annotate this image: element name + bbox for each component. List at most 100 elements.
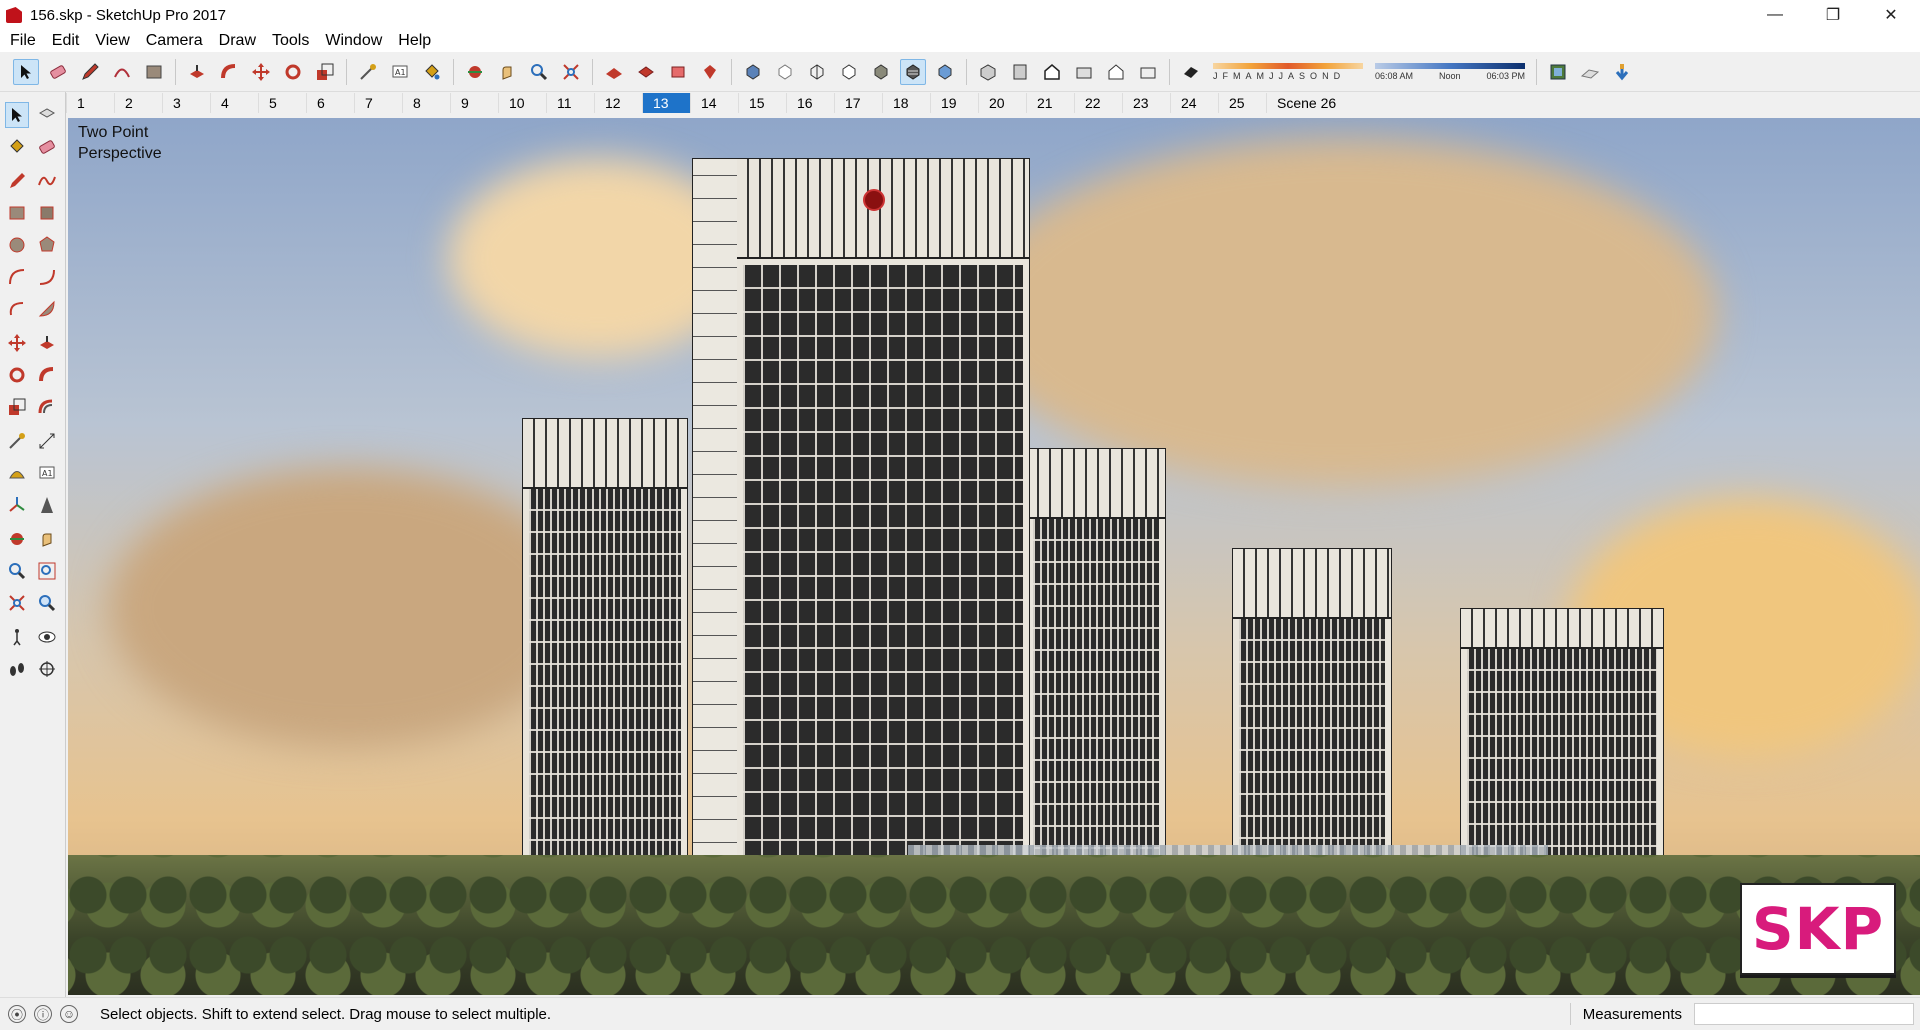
rotated-rectangle-icon[interactable] [35,200,59,226]
walk-icon[interactable] [5,656,29,682]
select-tool-icon[interactable] [5,102,30,128]
iso-view-icon[interactable] [975,59,1001,85]
scale-icon[interactable] [5,394,29,420]
move-icon[interactable] [5,330,29,356]
xray-icon[interactable] [740,59,766,85]
rectangle-icon[interactable] [5,200,29,226]
scene-tab-active[interactable]: 13 [642,93,690,113]
axes-icon[interactable] [5,492,29,518]
tape-measure-icon[interactable] [5,428,29,454]
protractor-icon[interactable] [5,460,29,486]
monochrome-icon[interactable] [932,59,958,85]
wireframe-icon[interactable] [804,59,830,85]
photo-textures-icon[interactable] [1609,59,1635,85]
front-view-icon[interactable] [1039,59,1065,85]
scene-tab[interactable]: Scene 26 [1266,93,1346,113]
shadow-date-slider[interactable]: J F M A M J J A S O N D [1213,62,1363,81]
back-view-icon[interactable] [1103,59,1129,85]
pan-icon[interactable] [494,59,520,85]
scene-tab[interactable]: 4 [210,93,258,113]
orbit-icon[interactable] [5,526,29,552]
shaded-icon[interactable] [868,59,894,85]
sketchup-app-icon[interactable] [6,7,22,23]
menu-edit[interactable]: Edit [44,32,88,50]
circle-icon[interactable] [5,232,29,258]
select-tool-icon[interactable] [13,58,39,85]
close-button[interactable]: ✕ [1862,0,1920,30]
pan-icon[interactable] [35,526,59,552]
look-around-icon[interactable] [35,624,59,650]
text-icon[interactable]: A1 [387,59,413,85]
hidden-line-icon[interactable] [836,59,862,85]
menu-window[interactable]: Window [317,32,390,50]
tape-measure-icon[interactable] [355,59,381,85]
scene-tab[interactable]: 7 [354,93,402,113]
minimize-button[interactable]: — [1746,0,1804,30]
section-plane-icon[interactable] [35,656,59,682]
user-account-icon[interactable]: ☺ [60,1005,78,1023]
shadow-time-slider[interactable]: 06:08 AM Noon 06:03 PM [1375,62,1525,81]
scene-tab[interactable]: 17 [834,93,882,113]
pie-icon[interactable] [35,296,59,322]
zoom-extents-icon[interactable] [5,590,29,616]
add-location-icon[interactable] [1545,59,1571,85]
model-viewport[interactable]: Two Point Perspective SKP [68,118,1920,995]
scene-tab[interactable]: 14 [690,93,738,113]
zoom-window-icon[interactable] [35,558,59,584]
share-model-icon[interactable] [633,59,659,85]
position-camera-icon[interactable] [5,624,29,650]
eraser-icon[interactable] [45,59,71,85]
follow-me-icon[interactable] [35,362,59,388]
dimension-icon[interactable] [35,428,59,454]
line-tool-icon[interactable] [5,168,29,194]
menu-view[interactable]: View [87,32,137,50]
offset-icon[interactable] [35,394,59,420]
scene-tab[interactable]: 10 [498,93,546,113]
scene-tab[interactable]: 20 [978,93,1026,113]
scene-tab[interactable]: 11 [546,93,594,113]
rotate-icon[interactable] [280,59,306,85]
text-icon[interactable]: A1 [35,460,59,486]
paint-bucket-icon[interactable] [5,134,29,160]
zoom-icon[interactable] [5,558,29,584]
time-gradient-bar[interactable] [1375,62,1525,69]
two-point-arc-icon[interactable] [35,264,59,290]
right-view-icon[interactable] [1071,59,1097,85]
previous-view-icon[interactable] [35,590,59,616]
credits-icon[interactable]: ⓘ [34,1005,52,1023]
back-edges-icon[interactable] [772,59,798,85]
scene-tab[interactable]: 21 [1026,93,1074,113]
orbit-icon[interactable] [462,59,488,85]
geolocation-icon[interactable]: ⦿ [8,1005,26,1023]
make-component-icon[interactable] [35,102,59,128]
scene-tab[interactable]: 22 [1074,93,1122,113]
move-icon[interactable] [248,59,274,85]
freehand-icon[interactable] [35,168,59,194]
menu-draw[interactable]: Draw [211,32,264,50]
top-view-icon[interactable] [1007,59,1033,85]
follow-me-icon[interactable] [216,59,242,85]
scene-tab[interactable]: 2 [114,93,162,113]
arc-icon[interactable] [5,264,29,290]
scale-icon[interactable] [312,59,338,85]
menu-file[interactable]: File [2,32,44,50]
share-component-icon[interactable] [665,59,691,85]
scene-tab[interactable]: 25 [1218,93,1266,113]
scene-tab[interactable]: 3 [162,93,210,113]
zoom-icon[interactable] [526,59,552,85]
scene-tab[interactable]: 1 [66,93,114,113]
scene-tab[interactable]: 5 [258,93,306,113]
month-gradient-bar[interactable] [1213,62,1363,69]
extension-warehouse-icon[interactable] [697,59,723,85]
scene-tab[interactable]: 9 [450,93,498,113]
warehouse-icon[interactable] [601,59,627,85]
3d-text-icon[interactable] [35,492,59,518]
scene-tab[interactable]: 24 [1170,93,1218,113]
shadows-toggle-icon[interactable] [1178,59,1204,85]
pencil-icon[interactable] [77,59,103,85]
scene-tab[interactable]: 18 [882,93,930,113]
shaded-textures-icon[interactable] [900,58,926,85]
arc-icon[interactable] [109,59,135,85]
menu-tools[interactable]: Tools [264,32,317,50]
toggle-terrain-icon[interactable] [1577,59,1603,85]
